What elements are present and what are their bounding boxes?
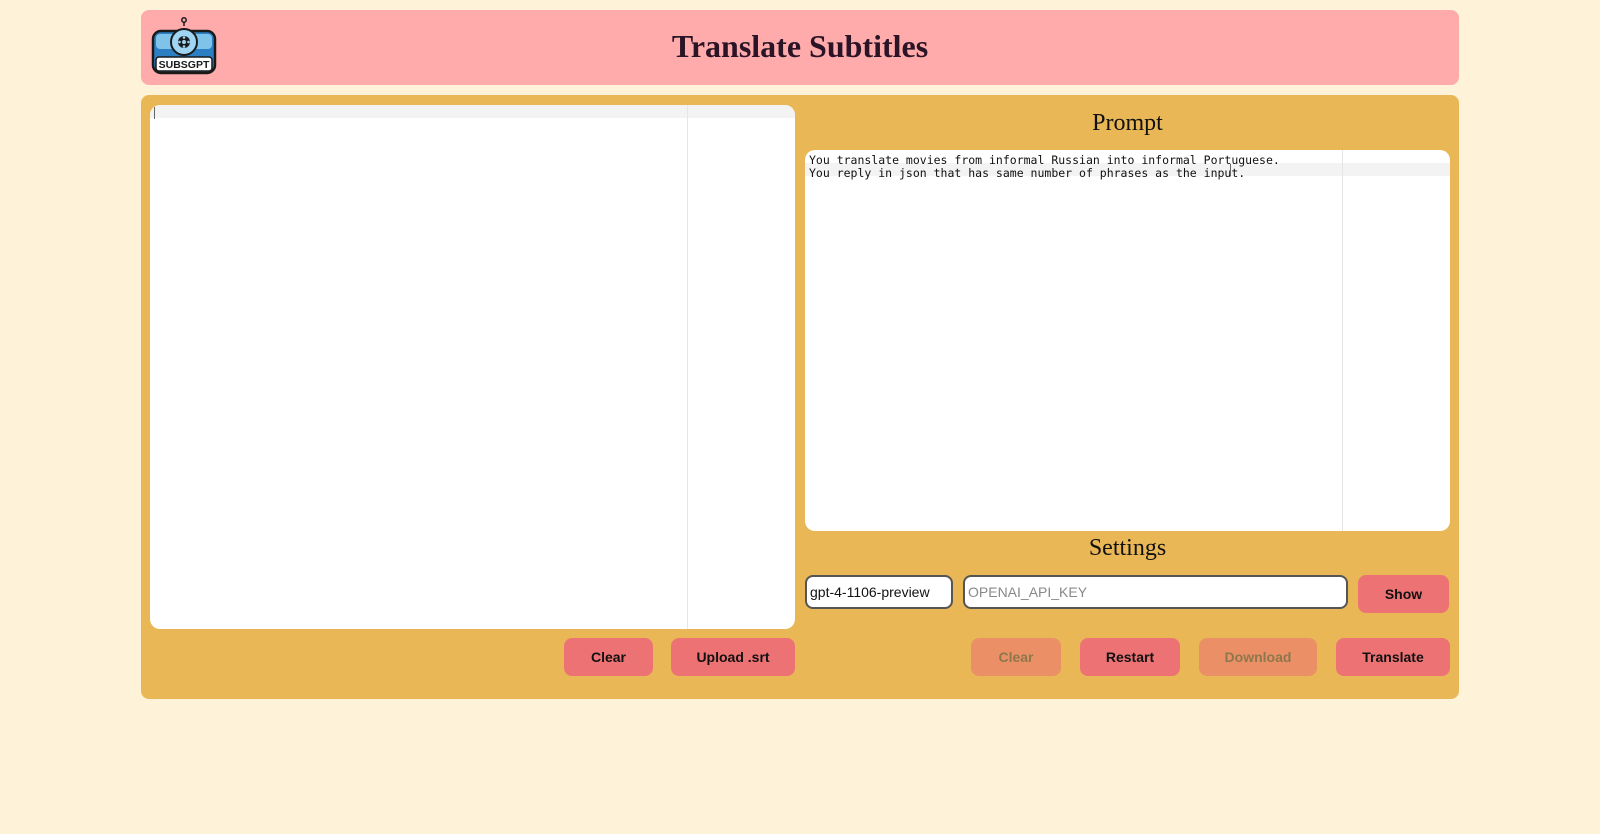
page-title: Translate Subtitles [671, 28, 929, 64]
clear-translation-button[interactable]: Clear [971, 638, 1061, 676]
print-margin [1342, 150, 1343, 531]
main-panel: Prompt You translate movies from informa… [141, 95, 1459, 699]
restart-button[interactable]: Restart [1080, 638, 1180, 676]
prompt-editor[interactable]: You translate movies from informal Russi… [805, 150, 1450, 531]
prompt-line-2: You reply in json that has same number o… [809, 166, 1246, 180]
print-margin [687, 105, 688, 629]
download-button[interactable]: Download [1199, 638, 1317, 676]
prompt-text: You translate movies from informal Russi… [809, 154, 1280, 180]
show-api-key-button[interactable]: Show [1358, 575, 1449, 613]
text-cursor [154, 107, 155, 119]
app-header: SUBSGPT Translate Subtitles [141, 10, 1459, 85]
subtitles-editor[interactable] [150, 105, 795, 629]
settings-title: Settings [1088, 535, 1167, 561]
clear-subtitles-button[interactable]: Clear [564, 638, 653, 676]
upload-srt-button[interactable]: Upload .srt [671, 638, 795, 676]
api-key-input[interactable] [963, 575, 1348, 609]
active-line-highlight [150, 105, 795, 118]
model-input[interactable] [805, 575, 953, 609]
prompt-title: Prompt [1092, 110, 1163, 136]
translate-button[interactable]: Translate [1336, 638, 1450, 676]
text-cursor [1230, 164, 1231, 176]
